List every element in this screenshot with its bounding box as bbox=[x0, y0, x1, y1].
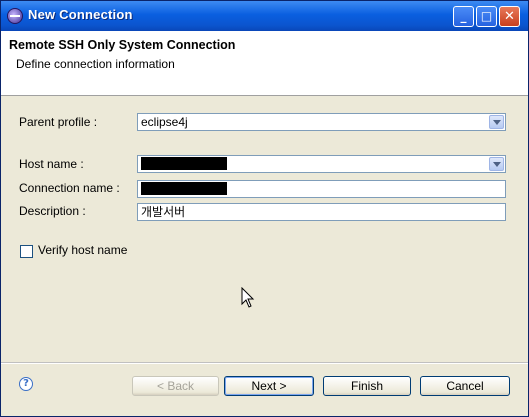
connection-name-label: Connection name : bbox=[19, 181, 120, 195]
description-input[interactable]: 개발서버 bbox=[137, 203, 506, 221]
cancel-button[interactable]: Cancel bbox=[420, 376, 510, 396]
eclipse-icon bbox=[7, 8, 23, 24]
chevron-down-icon[interactable] bbox=[489, 157, 504, 171]
parent-profile-value: eclipse4j bbox=[141, 115, 188, 129]
title-bar[interactable]: New Connection _ □ ✕ bbox=[1, 1, 528, 31]
connection-name-input[interactable] bbox=[137, 180, 506, 198]
description-value: 개발서버 bbox=[141, 205, 186, 219]
description-label: Description : bbox=[19, 204, 86, 218]
wizard-subtitle: Define connection information bbox=[16, 57, 175, 71]
next-button[interactable]: Next > bbox=[224, 376, 314, 396]
window-title: New Connection bbox=[28, 7, 133, 22]
wizard-header: Remote SSH Only System Connection Define… bbox=[1, 31, 528, 96]
parent-profile-label: Parent profile : bbox=[19, 115, 98, 129]
redacted-value bbox=[141, 182, 227, 196]
form-area bbox=[1, 96, 528, 361]
parent-profile-combo[interactable]: eclipse4j bbox=[137, 113, 506, 131]
host-name-combo[interactable] bbox=[137, 155, 506, 173]
verify-host-checkbox[interactable] bbox=[20, 245, 33, 258]
chevron-down-icon[interactable] bbox=[489, 115, 504, 129]
redacted-value bbox=[141, 157, 227, 171]
minimize-button[interactable]: _ bbox=[453, 6, 474, 27]
back-button[interactable]: < Back bbox=[132, 376, 219, 396]
verify-host-label[interactable]: Verify host name bbox=[38, 243, 127, 257]
new-connection-dialog: New Connection _ □ ✕ Remote SSH Only Sys… bbox=[0, 0, 529, 417]
finish-button[interactable]: Finish bbox=[323, 376, 411, 396]
help-icon[interactable]: ? bbox=[19, 377, 33, 391]
footer-divider bbox=[1, 362, 528, 364]
wizard-title: Remote SSH Only System Connection bbox=[9, 38, 236, 52]
host-name-label: Host name : bbox=[19, 157, 84, 171]
close-button[interactable]: ✕ bbox=[499, 6, 520, 27]
mouse-cursor-icon bbox=[241, 287, 255, 308]
maximize-button[interactable]: □ bbox=[476, 6, 497, 27]
